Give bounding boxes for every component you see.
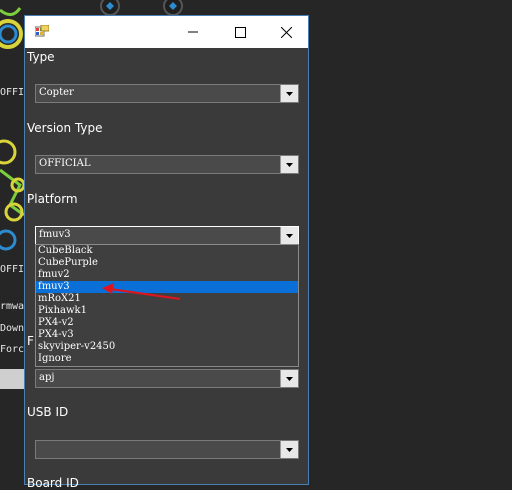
usb-id-label: USB ID [27,405,69,419]
version-type-label: Version Type [27,121,103,135]
version-type-select[interactable]: OFFICIAL [35,155,299,174]
close-button[interactable] [263,16,309,48]
dropdown-option[interactable]: fmuv2 [36,269,298,281]
dropdown-arrow-icon[interactable] [280,227,298,244]
minimize-icon [188,31,198,33]
board-id-label: Board ID [27,476,79,490]
app-icon [35,25,49,37]
dropdown-option[interactable]: CubeBlack [36,245,298,257]
platform-select[interactable]: fmuv3 [35,226,299,245]
type-value: Copter [39,87,74,98]
platform-dropdown-list[interactable]: CubeBlack CubePurple fmuv2 fmuv3 mRoX21 … [35,244,299,367]
firmware-file-select[interactable]: apj [35,369,299,388]
dropdown-arrow-icon[interactable] [280,156,298,173]
firmware-file-value: apj [39,372,55,383]
background-artwork [0,7,26,251]
dropdown-option[interactable]: Pixhawk1 [36,305,298,317]
background-label: rmwa [0,301,25,312]
dropdown-arrow-icon[interactable] [280,370,298,387]
background-label: OFFIV [0,264,26,275]
dropdown-arrow-icon[interactable] [280,85,298,102]
background-label: Force [0,344,26,355]
minimize-button[interactable] [170,16,216,48]
usb-id-select[interactable] [35,440,299,459]
background-label: Downl [0,323,26,334]
close-icon [280,26,292,38]
platform-value: fmuv3 [39,229,71,240]
maximize-button[interactable] [217,16,263,48]
maximize-icon [234,26,246,38]
type-label: Type [27,50,55,64]
dropdown-arrow-icon[interactable] [280,441,298,458]
annotation-arrow-icon [102,283,181,300]
dropdown-option[interactable]: skyviper-v2450 [36,341,298,353]
firmware-dialog: Type Copter Version Type OFFICIAL Platfo… [24,15,309,490]
hidden-field-label: F [27,334,34,348]
version-type-value: OFFICIAL [39,158,91,169]
dropdown-option[interactable]: CubePurple [36,257,298,269]
dropdown-option[interactable]: PX4-v2 [36,317,298,329]
title-bar [25,16,308,48]
background-label: OFFI [0,87,25,98]
type-select[interactable]: Copter [35,84,299,103]
background-field[interactable] [0,369,26,389]
dropdown-option[interactable]: PX4-v3 [36,329,298,341]
platform-label: Platform [27,192,78,206]
dropdown-option[interactable]: Ignore [36,353,298,365]
